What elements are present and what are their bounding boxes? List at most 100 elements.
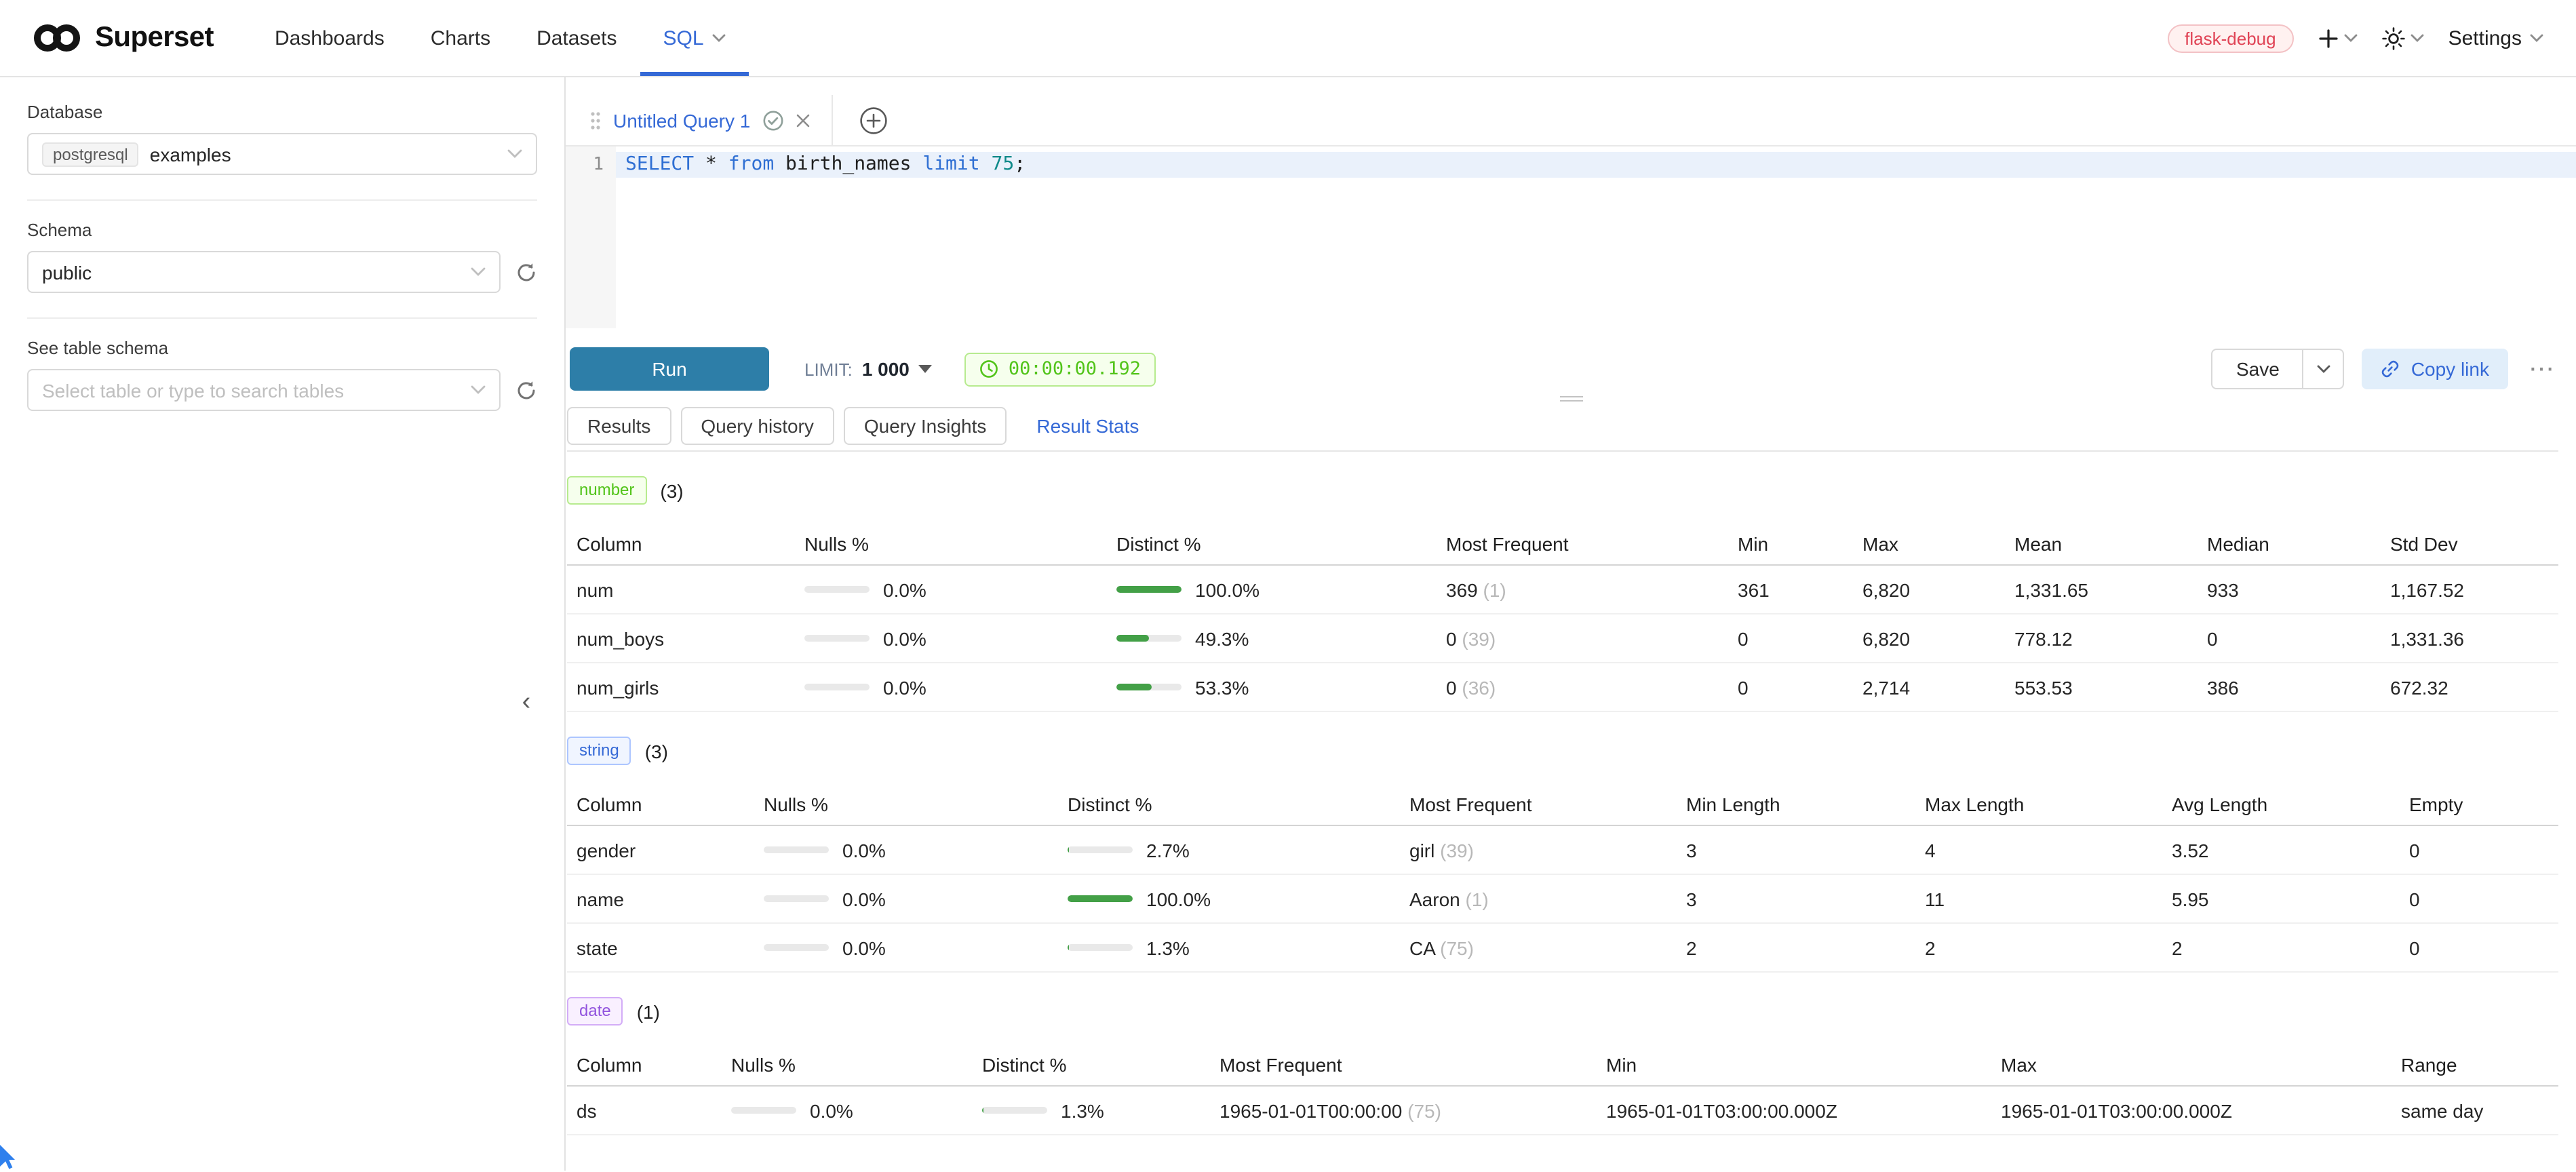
save-options-button[interactable] (2304, 349, 2345, 389)
nav-item-dashboards[interactable]: Dashboards (252, 0, 408, 76)
run-button[interactable]: Run (570, 347, 769, 391)
theme-toggle-button[interactable] (2382, 26, 2424, 50)
cell-distinct: 2.7% (1058, 839, 1400, 861)
sqllab-sidebar: Database postgresql examples Schema publ… (0, 77, 566, 1171)
cell-most-frequent: 1965-01-01T00:00:00 (75) (1210, 1099, 1597, 1121)
cell-median: 0 (2198, 627, 2381, 649)
cell-avg-length: 2 (2162, 937, 2400, 958)
refresh-tables-button[interactable] (515, 379, 537, 401)
cell-empty: 0 (2400, 839, 2558, 861)
refresh-icon (515, 379, 537, 401)
tab-result-stats[interactable]: Result Stats (1016, 407, 1159, 445)
code-token (980, 153, 992, 175)
code-token: SELECT (625, 153, 694, 175)
cell-nulls: 0.0% (795, 627, 1107, 649)
code-area[interactable]: SELECT * from birth_names limit 75; (616, 146, 2576, 328)
badge-count: (3) (660, 480, 683, 501)
new-item-button[interactable] (2318, 28, 2358, 48)
save-button[interactable]: Save (2212, 349, 2304, 389)
database-select-value: examples (150, 143, 231, 165)
distinct-bar (1116, 635, 1182, 642)
badge-row: string(3) (567, 737, 2558, 765)
column-header-empty: Empty (2400, 793, 2558, 815)
refresh-icon (515, 261, 537, 283)
cell-column: gender (567, 839, 754, 861)
cell-distinct: 1.3% (973, 1099, 1210, 1121)
schema-select[interactable]: public (27, 251, 501, 293)
badge-row: number(3) (567, 476, 2558, 505)
cell-most-frequent: 0 (36) (1437, 676, 1728, 698)
nav-item-label: Dashboards (275, 26, 385, 50)
copy-link-label: Copy link (2411, 358, 2489, 380)
panel-resize-handle[interactable] (566, 391, 2576, 407)
chevron-down-icon (471, 267, 486, 277)
limit-dropdown[interactable]: LIMIT: 1 000 (804, 358, 933, 380)
cell-min: 0 (1728, 627, 1853, 649)
distinct-bar (1068, 846, 1133, 853)
cell-avg-length: 3.52 (2162, 839, 2400, 861)
sqllab-main: Untitled Query 1 (566, 77, 2576, 1171)
tab-query-insights[interactable]: Query Insights (844, 407, 1007, 445)
sql-editor[interactable]: 1 SELECT * from birth_names limit 75; (566, 146, 2576, 328)
column-header-most-frequent: Most Frequent (1437, 532, 1728, 554)
query-tab-title: Untitled Query 1 (613, 109, 750, 131)
cell-most-frequent: CA (75) (1400, 937, 1677, 958)
more-options-button[interactable]: ⋯ (2526, 353, 2558, 385)
distinct-percent: 2.7% (1146, 839, 1190, 861)
most-frequent-value: 369 (1446, 579, 1478, 600)
column-header-min: Min (1728, 532, 1853, 554)
cell-min-length: 3 (1677, 888, 1915, 910)
chevron-down-icon (712, 34, 726, 42)
table-select[interactable]: Select table or type to search tables (27, 369, 501, 411)
chevron-down-icon (471, 385, 486, 395)
column-header-column: Column (567, 532, 795, 554)
plus-icon (2318, 28, 2339, 48)
nulls-bar (804, 635, 870, 642)
collapse-sidebar-button[interactable]: ‹ (513, 685, 540, 720)
query-tab[interactable]: Untitled Query 1 (577, 95, 833, 145)
nav-item-charts[interactable]: Charts (408, 0, 513, 76)
table-select-placeholder: Select table or type to search tables (42, 379, 344, 401)
refresh-schemas-button[interactable] (515, 261, 537, 283)
cell-median: 933 (2198, 579, 2381, 600)
distinct-percent: 49.3% (1195, 627, 1249, 649)
cell-distinct: 100.0% (1107, 579, 1437, 600)
database-engine-tag: postgresql (42, 142, 139, 166)
grip-icon (1559, 393, 1582, 404)
distinct-percent: 1.3% (1061, 1099, 1104, 1121)
distinct-percent: 53.3% (1195, 676, 1249, 698)
clock-icon (980, 359, 999, 378)
column-header-most-frequent: Most Frequent (1210, 1053, 1597, 1075)
new-query-tab-button[interactable] (857, 104, 890, 136)
close-tab-button[interactable] (796, 113, 810, 127)
superset-logo[interactable]: Superset (33, 0, 214, 76)
column-header-max-length: Max Length (1915, 793, 2162, 815)
cell-mean: 1,331.65 (2005, 579, 2198, 600)
most-frequent-value: 0 (1446, 676, 1457, 698)
settings-menu[interactable]: Settings (2448, 26, 2543, 50)
cell-min: 0 (1728, 676, 1853, 698)
line-number: 1 (566, 152, 616, 178)
mouse-cursor (0, 1145, 19, 1171)
chevron-down-icon (507, 149, 522, 159)
table-header-row: ColumnNulls %Distinct %Most FrequentMinM… (567, 1043, 2558, 1087)
environment-badge: flask-debug (2167, 24, 2293, 52)
schema-section: Schema public (27, 220, 537, 319)
database-select[interactable]: postgresql examples (27, 133, 537, 175)
column-header-most-frequent: Most Frequent (1400, 793, 1677, 815)
tab-query-history[interactable]: Query history (680, 407, 834, 445)
nav-item-datasets[interactable]: Datasets (513, 0, 640, 76)
nav-item-label: SQL (663, 26, 704, 50)
cell-max: 6,820 (1853, 579, 2005, 600)
column-header-std-dev: Std Dev (2381, 532, 2558, 554)
column-header-nulls: Nulls % (754, 793, 1058, 815)
nulls-bar (804, 684, 870, 690)
cell-empty: 0 (2400, 888, 2558, 910)
most-frequent-count: (1) (1460, 888, 1489, 910)
nav-item-sql[interactable]: SQL (640, 0, 749, 76)
cell-max-length: 4 (1915, 839, 2162, 861)
query-timer: 00:00:00.192 (965, 352, 1156, 386)
tab-results[interactable]: Results (567, 407, 671, 445)
copy-link-button[interactable]: Copy link (2362, 349, 2508, 389)
column-header-nulls: Nulls % (722, 1053, 973, 1075)
